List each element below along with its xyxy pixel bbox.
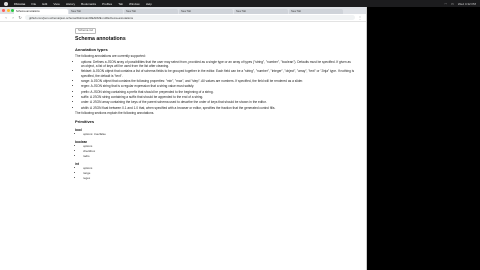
tab-3[interactable]: New Tab <box>124 9 178 14</box>
reload-icon[interactable]: ↻ <box>18 15 22 20</box>
page-title: Schema annotations <box>75 36 126 42</box>
list-item: order: A JSON array containing the keys … <box>81 100 355 104</box>
list-item: width: A JSON float between 0.1 and 1.0 … <box>81 106 355 110</box>
list-item: regex <box>83 176 355 181</box>
extensions-icon[interactable]: ⋮ <box>358 15 362 20</box>
menu-tab[interactable]: Tab <box>118 2 123 6</box>
intro-text: The following annotations are currently … <box>75 54 146 59</box>
menu-history[interactable]: History <box>66 2 75 6</box>
section-primitives: Primitives <box>75 119 95 125</box>
list-item: options: true/false <box>83 132 355 137</box>
menu-help[interactable]: Help <box>146 2 152 6</box>
section-annotation-types: Annotation types <box>75 47 108 53</box>
list-item: fieldset: A JSON object that contains a … <box>81 69 355 78</box>
group-bool-heading: bool <box>75 127 82 132</box>
list-item: options <box>83 166 355 171</box>
list-item: checkbox <box>83 149 355 154</box>
dark-desktop-area <box>367 7 480 270</box>
menu-bookmarks[interactable]: Bookmarks <box>81 2 96 6</box>
group-boolean-list: options checkbox radio <box>83 144 355 159</box>
tab-5[interactable]: New Tab <box>234 9 288 14</box>
browser-window: Schema annotations New Tab New Tab New T… <box>0 7 367 270</box>
outro-text: The following sections explain the follo… <box>75 110 155 115</box>
minimize-window-button[interactable] <box>6 9 10 12</box>
tab-strip: Schema annotations New Tab New Tab New T… <box>0 7 366 14</box>
menubar-status: ◠ ▭ Wed 4:32 PM <box>444 2 480 6</box>
breadcrumb: Schema.md <box>75 28 355 34</box>
menu-view[interactable]: View <box>53 2 59 6</box>
address-row: ‹ › ↻ github.com/json-schema/json-schema… <box>0 14 366 22</box>
menu-window[interactable]: Window <box>129 2 140 6</box>
menu-edit[interactable]: Edit <box>42 2 47 6</box>
group-boolean-heading: boolean <box>75 139 88 144</box>
tab-2[interactable]: New Tab <box>69 9 123 14</box>
close-window-button[interactable] <box>2 9 5 12</box>
menu-profiles[interactable]: Profiles <box>102 2 112 6</box>
menu-chrome[interactable]: Chrome <box>14 2 25 6</box>
page-content: Schema.md Schema annotations Annotation … <box>0 26 366 270</box>
menu-file[interactable]: File <box>31 2 36 6</box>
tab-schema-annotations[interactable]: Schema annotations <box>14 9 68 14</box>
group-int-heading: int <box>75 161 79 166</box>
zoom-window-button[interactable] <box>11 9 14 12</box>
address-bar[interactable]: github.com/json-schema/json-schema/blob/… <box>25 15 355 20</box>
group-bool-list: options: true/false <box>83 132 355 137</box>
list-item: options: Defines a JSON array of possibi… <box>81 60 355 69</box>
tab-6[interactable]: New Tab <box>289 9 343 14</box>
list-item: options <box>83 144 355 149</box>
list-item: prefix: A JSON string containing a prefi… <box>81 90 355 94</box>
list-item: radio <box>83 154 355 159</box>
apple-icon[interactable] <box>4 1 8 6</box>
tab-4[interactable]: New Tab <box>179 9 233 14</box>
document: Schema.md Schema annotations Annotation … <box>75 28 355 182</box>
back-icon[interactable]: ‹ <box>4 15 8 20</box>
forward-icon[interactable]: › <box>11 15 15 20</box>
battery-icon[interactable]: ▭ <box>451 2 454 6</box>
macos-menu-bar: Chrome File Edit View History Bookmarks … <box>0 0 480 7</box>
file-label[interactable]: Schema.md <box>75 28 96 34</box>
list-item: regex: A JSON string that is a regular e… <box>81 84 355 88</box>
window-controls <box>2 9 14 12</box>
group-int-list: options range regex <box>83 166 355 181</box>
list-item: range: A JSON object that contains the f… <box>81 79 355 83</box>
list-item: range <box>83 171 355 176</box>
annotation-list: options: Defines a JSON array of possibi… <box>81 60 355 110</box>
clock[interactable]: Wed 4:32 PM <box>458 2 476 6</box>
list-item: suffix: A JSON string containing a suffi… <box>81 95 355 99</box>
wifi-icon[interactable]: ◠ <box>444 2 447 6</box>
